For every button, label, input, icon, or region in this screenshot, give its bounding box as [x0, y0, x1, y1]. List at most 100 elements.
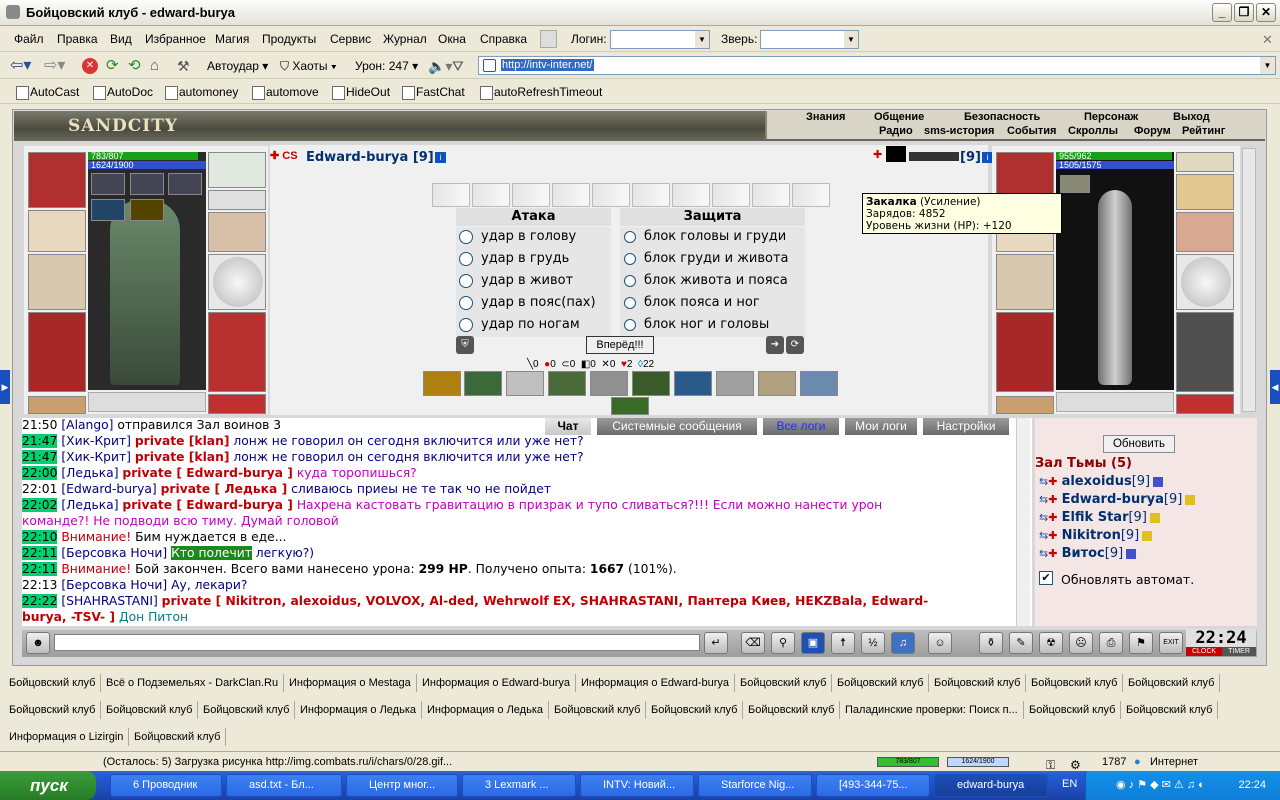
login-select[interactable]: ▼: [610, 30, 710, 49]
smiley-icon[interactable]: ☺: [928, 632, 952, 654]
translate-icon[interactable]: ½: [861, 632, 885, 654]
chat-name[interactable]: [Ледька]: [61, 466, 118, 480]
link-automoney[interactable]: automoney: [163, 83, 238, 101]
nav-communication[interactable]: Общение: [874, 111, 924, 124]
enemy-belt-slot[interactable]: [996, 396, 1054, 414]
chat-private[interactable]: private [ Edward-burya ]: [122, 466, 292, 480]
tab-settings[interactable]: Настройки: [923, 418, 1009, 435]
invite-icon[interactable]: ⇆: [1039, 475, 1048, 488]
menu-service[interactable]: Сервис: [330, 32, 371, 46]
menu-windows[interactable]: Окна: [438, 32, 466, 46]
effect-slot[interactable]: [130, 173, 164, 195]
refresh-icon[interactable]: ⟳: [106, 56, 119, 76]
gloves-slot[interactable]: [208, 212, 266, 252]
amulet-slot[interactable]: [208, 152, 266, 188]
chat-name[interactable]: [SHAHRASTANI]: [61, 594, 157, 608]
chat-name[interactable]: [Alango]: [61, 418, 113, 432]
belt-slot[interactable]: [28, 396, 86, 414]
enemy-boots-slot[interactable]: [1176, 394, 1234, 414]
enemy-level[interactable]: [9]: [960, 150, 981, 165]
invite-icon[interactable]: ⇆: [1039, 511, 1048, 524]
clock-button[interactable]: CLOCK: [1186, 647, 1222, 656]
taskbar-item-intv[interactable]: INTV: Новий...: [580, 774, 694, 797]
enemy-shield-slot[interactable]: [1176, 254, 1234, 310]
arrow-right-icon[interactable]: ➜: [766, 336, 784, 354]
browser-tab[interactable]: Бойцовский клуб: [549, 701, 647, 719]
taskbar-item-game[interactable]: edward-burya: [934, 774, 1048, 797]
invite-icon[interactable]: ⇆: [1039, 529, 1048, 542]
enemy-effect-slot[interactable]: [1060, 175, 1090, 193]
menu-help[interactable]: Справка: [480, 32, 527, 46]
uron-button[interactable]: Урон: 247 ▾: [355, 56, 418, 76]
exit-icon[interactable]: EXIT: [1159, 632, 1183, 654]
chat-private[interactable]: private [klan]: [135, 434, 230, 448]
user-row[interactable]: ⇆✚ Витос[9]: [1039, 546, 1137, 564]
spell-slot[interactable]: [674, 371, 712, 396]
link-autorefreshtimeout[interactable]: autoRefreshTimeout: [478, 83, 602, 101]
chat-name[interactable]: [Ледька]: [61, 498, 118, 512]
spell-slot[interactable]: [800, 371, 838, 396]
minimize-button[interactable]: _: [1212, 3, 1232, 22]
browser-tab[interactable]: Бойцовский клуб: [1121, 701, 1219, 719]
browser-tab[interactable]: Бойцовский клуб: [1024, 701, 1122, 719]
haoty-button[interactable]: ⛉ Хаоты ▾: [280, 56, 337, 76]
fighter-icon[interactable]: ☨: [831, 632, 855, 654]
chat-scrollbar[interactable]: [1016, 418, 1030, 626]
browser-tab[interactable]: Информация о Ледька: [422, 701, 549, 719]
enemy-weapon-slot[interactable]: [996, 254, 1054, 310]
chat-name[interactable]: [Берсовка Ночи]: [61, 578, 167, 592]
chat-private[interactable]: private [ Nikitron, alexoidus, VOLVOX, A…: [162, 594, 929, 608]
spell-slot[interactable]: [632, 371, 670, 396]
menu-file[interactable]: Файл: [14, 32, 44, 46]
chat-name[interactable]: [Берсовка Ночи]: [61, 546, 167, 560]
filter-icon[interactable]: ⛛: [452, 56, 464, 76]
taskbar-item-notepad[interactable]: asd.txt - Бл...: [226, 774, 342, 797]
nav-scrolls[interactable]: Скроллы: [1068, 125, 1118, 138]
defense-1-radio[interactable]: [624, 231, 636, 243]
refresh-all-icon[interactable]: ⟲: [128, 56, 141, 76]
address-bar[interactable]: http://intv-inter.net/ ▼: [478, 56, 1276, 75]
player-name[interactable]: Edward-burya [9]: [306, 150, 434, 165]
attack-head-label[interactable]: удар в голову: [481, 229, 576, 244]
browser-tab[interactable]: Бойцовский клуб: [4, 674, 102, 692]
attack-waist-radio[interactable]: [459, 296, 473, 310]
language-indicator[interactable]: EN: [1062, 778, 1077, 790]
smile-face-icon[interactable]: ☻: [26, 632, 50, 654]
sound-icon[interactable]: 🔈▾: [428, 56, 452, 76]
link-fastchat[interactable]: FastChat: [400, 83, 465, 101]
browser-tab[interactable]: Информация о Lizirgin: [4, 728, 130, 746]
flag-icon[interactable]: ⚑: [1129, 632, 1153, 654]
info-icon[interactable]: [1126, 548, 1137, 559]
home-icon[interactable]: ⌂: [150, 56, 159, 76]
enemy-armor-slot[interactable]: [996, 312, 1054, 392]
chat-input[interactable]: [54, 634, 700, 651]
nav-exit[interactable]: Выход: [1173, 111, 1210, 124]
ring-slots[interactable]: [208, 190, 266, 210]
nav-radio[interactable]: Радио: [879, 125, 913, 138]
pants-slot[interactable]: [208, 312, 266, 392]
spell-slot[interactable]: [611, 397, 649, 415]
scroll-slot[interactable]: [592, 183, 630, 207]
printer-icon[interactable]: ⎙: [1099, 632, 1123, 654]
head-icon[interactable]: ☹: [1069, 632, 1093, 654]
user-row[interactable]: ⇆✚ Edward-burya[9]: [1039, 492, 1196, 510]
scroll-slot[interactable]: [432, 183, 470, 207]
browser-tab[interactable]: Бойцовский клуб: [101, 701, 199, 719]
taskbar-item-lexmark[interactable]: 3 Lexmark ...: [462, 774, 576, 797]
effect-slot[interactable]: [168, 173, 202, 195]
user-name[interactable]: Витос: [1062, 546, 1105, 561]
browser-tab[interactable]: Информация о Edward-burya: [417, 674, 577, 692]
user-row[interactable]: ⇆✚ Nikitron[9]: [1039, 528, 1153, 546]
defense-1-label[interactable]: блок головы и груди: [644, 229, 786, 244]
browser-tab[interactable]: Бойцовский клуб: [129, 728, 227, 746]
scroll-tool-icon[interactable]: ✎: [1009, 632, 1033, 654]
menu-magic[interactable]: Магия: [215, 32, 249, 46]
attack-belly-label[interactable]: удар в живот: [481, 273, 573, 288]
boots-slot[interactable]: [208, 394, 266, 414]
nav-sms-history[interactable]: sms-история: [924, 125, 994, 138]
browser-tab[interactable]: Бойцовский клуб: [198, 701, 296, 719]
user-name[interactable]: Nikitron: [1062, 528, 1121, 543]
menu-journal[interactable]: Журнал: [383, 32, 427, 46]
tab-chat[interactable]: Чат: [545, 418, 591, 435]
taskbar-item-center[interactable]: Центр мног...: [346, 774, 458, 797]
